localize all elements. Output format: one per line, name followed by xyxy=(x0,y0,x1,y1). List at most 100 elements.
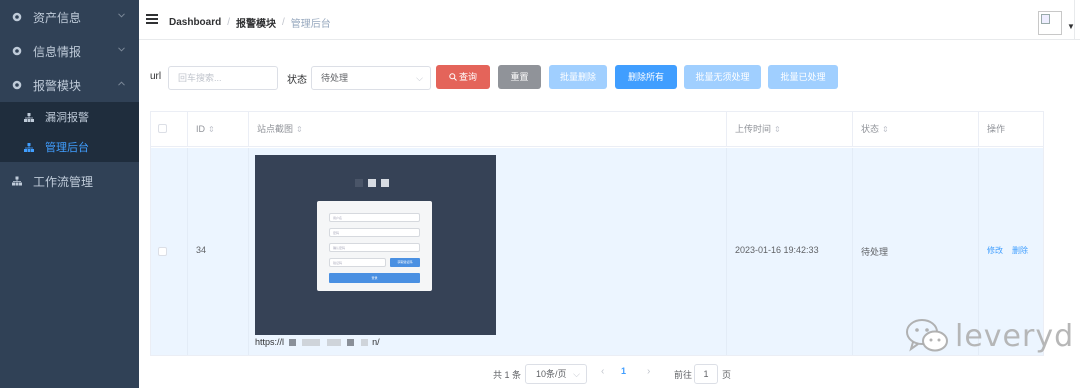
url-suffix: n/ xyxy=(372,337,380,347)
sidebar-item-label: 工作流管理 xyxy=(33,174,94,189)
column-status[interactable]: 状态 ⇕ xyxy=(853,112,979,147)
pagination-total: 共 1 条 xyxy=(493,370,522,380)
thumb-confirm-field: 确认密码 xyxy=(329,243,420,252)
breadcrumb-alerts[interactable]: 报警模块 xyxy=(236,15,276,30)
column-label: 站点截图 xyxy=(257,124,294,134)
column-upload-time[interactable]: 上传时间 ⇕ xyxy=(727,112,853,147)
redaction-block xyxy=(302,339,321,347)
delete-all-button[interactable]: 删除所有 xyxy=(615,65,677,89)
column-actions: 操作 xyxy=(979,112,1043,147)
batch-delete-button[interactable]: 批量删除 xyxy=(549,65,607,89)
page-size-value: 10条/页 xyxy=(536,369,567,379)
sidebar-item-label: 信息情报 xyxy=(33,44,82,59)
redaction-block xyxy=(360,339,368,347)
sidebar-item-label: 漏洞报警 xyxy=(45,112,89,124)
status-select[interactable]: 待处理 ⌵ xyxy=(311,66,431,90)
sort-icon[interactable]: ⇕ xyxy=(296,125,303,134)
column-id[interactable]: ID ⇕ xyxy=(188,112,249,147)
thumb-username-field: 用户名 xyxy=(329,213,420,222)
row-upload-time: 2023-01-16 19:42:33 xyxy=(735,245,819,255)
sidebar-item-admin[interactable]: 管理后台 xyxy=(0,132,139,162)
hamburger-icon[interactable] xyxy=(146,14,158,24)
url-label: url xyxy=(150,71,162,82)
upload-time-cell: 2023-01-16 19:42:33 xyxy=(727,148,853,355)
breadcrumb-dashboard[interactable]: Dashboard xyxy=(169,17,221,28)
app: 资产信息 信息情报 报警模块 漏洞报警 管理后台 工作流管理 Dashboard… xyxy=(0,0,1080,388)
row-checkbox[interactable] xyxy=(158,247,167,256)
avatar[interactable] xyxy=(1038,11,1062,35)
column-label: 上传时间 xyxy=(735,124,772,134)
thumb-password-field: 密码 xyxy=(329,228,420,237)
goto-label: 前往 xyxy=(674,370,693,380)
header-edge xyxy=(1074,0,1080,40)
breadcrumb-separator: / xyxy=(227,17,231,28)
chevron-down-icon xyxy=(118,47,125,52)
breadcrumb-separator: / xyxy=(282,17,285,28)
screenshot-url[interactable]: https://l n/ xyxy=(255,337,380,347)
row-id: 34 xyxy=(196,245,207,255)
status-select-value: 待处理 xyxy=(321,73,349,83)
batch-processed-button[interactable]: 批量已处理 xyxy=(768,65,838,89)
id-cell: 34 xyxy=(188,148,249,355)
chevron-down-icon: ⌵ xyxy=(573,369,580,379)
gear-icon xyxy=(12,46,22,56)
url-search-input[interactable]: 回车搜索... xyxy=(168,66,278,90)
screenshot-cell: 用户名 密码 确认密码 验证码 获取验证码 登录 https://l n/ xyxy=(249,148,727,355)
thumb-login-button: 登录 xyxy=(329,273,420,283)
navbar: Dashboard / 报警模块 / 管理后台 ▼ xyxy=(139,0,1080,40)
sidebar-item-label: 报警模块 xyxy=(33,78,82,93)
sort-icon[interactable]: ⇕ xyxy=(208,125,215,134)
gear-icon xyxy=(12,12,22,22)
sidebar-item-workflow[interactable]: 工作流管理 xyxy=(0,164,139,198)
status-label: 状态 xyxy=(287,75,307,86)
select-all-cell xyxy=(151,112,188,147)
chevron-up-icon xyxy=(118,81,125,86)
sidebar-item-label: 管理后台 xyxy=(45,142,89,154)
sidebar-item-label: 资产信息 xyxy=(33,10,82,25)
sitemap-icon xyxy=(24,112,34,122)
chevron-down-icon xyxy=(118,13,125,18)
next-page-icon[interactable]: › xyxy=(647,366,650,377)
sidebar-item-vuln-alerts[interactable]: 漏洞报警 xyxy=(0,102,139,132)
sort-icon[interactable]: ⇕ xyxy=(882,125,889,134)
sort-icon[interactable]: ⇕ xyxy=(774,125,781,134)
reset-button[interactable]: 重置 xyxy=(498,65,541,89)
thumb-code-field: 验证码 xyxy=(329,258,386,267)
row-status: 待处理 xyxy=(861,247,889,257)
current-page[interactable]: 1 xyxy=(621,366,626,376)
delete-link[interactable]: 删除 xyxy=(1012,245,1028,256)
breadcrumb-current: 管理后台 xyxy=(290,19,331,30)
thumb-code-button: 获取验证码 xyxy=(390,258,420,267)
column-screenshot[interactable]: 站点截图 ⇕ xyxy=(249,112,727,147)
redaction-block xyxy=(288,339,296,347)
row-select-cell xyxy=(151,148,188,355)
page-size-select[interactable]: 10条/页 ⌵ xyxy=(525,364,587,384)
redaction-block xyxy=(347,339,355,347)
search-button-label: 查询 xyxy=(458,72,477,82)
page-unit-label: 页 xyxy=(722,370,732,380)
sidebar-item-assets[interactable]: 资产信息 xyxy=(0,0,139,34)
search-button[interactable]: 查询 xyxy=(436,65,490,89)
thumb-login-card: 用户名 密码 确认密码 验证码 获取验证码 登录 xyxy=(317,201,432,291)
goto-page-input[interactable]: 1 xyxy=(694,364,718,384)
thumb-logo xyxy=(355,179,394,187)
watermark-text: leveryd xyxy=(955,318,1075,354)
chevron-down-icon: ⌵ xyxy=(416,73,423,83)
column-label: ID xyxy=(196,124,205,134)
table-header: ID ⇕ 站点截图 ⇕ 上传时间 ⇕ 状态 ⇕ 操作 xyxy=(151,112,1043,147)
breadcrumb: Dashboard / 报警模块 / 管理后台 xyxy=(169,15,331,30)
batch-no-action-button[interactable]: 批量无须处理 xyxy=(684,65,761,89)
gear-icon xyxy=(12,80,22,90)
edit-link[interactable]: 修改 xyxy=(987,245,1003,256)
column-label: 状态 xyxy=(861,124,880,134)
prev-page-icon[interactable]: ‹ xyxy=(601,366,604,377)
select-all-checkbox[interactable] xyxy=(158,124,167,133)
sidebar-item-intel[interactable]: 信息情报 xyxy=(0,34,139,68)
sidebar: 资产信息 信息情报 报警模块 漏洞报警 管理后台 工作流管理 xyxy=(0,0,139,388)
wechat-icon xyxy=(906,319,948,352)
watermark: leveryd xyxy=(905,318,1074,354)
sidebar-item-alerts[interactable]: 报警模块 xyxy=(0,68,139,102)
alerts-submenu: 漏洞报警 管理后台 xyxy=(0,102,139,162)
sitemap-icon xyxy=(24,142,34,152)
site-screenshot[interactable]: 用户名 密码 确认密码 验证码 获取验证码 登录 xyxy=(255,155,496,335)
